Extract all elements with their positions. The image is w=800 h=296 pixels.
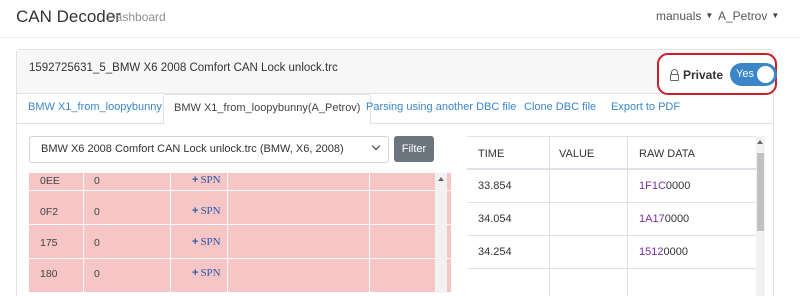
manuals-menu[interactable]: manuals ▼	[656, 9, 713, 23]
scroll-up-icon[interactable]	[757, 140, 763, 144]
header-raw-data: RAW DATA	[639, 148, 696, 160]
message-count: 0	[94, 237, 100, 249]
tab-export-pdf[interactable]: Export to PDF	[611, 101, 680, 113]
spn-link[interactable]: + SPN	[192, 267, 221, 279]
spn-label: SPN	[200, 205, 221, 217]
scrollbar-thumb[interactable]	[757, 153, 764, 231]
spn-link[interactable]: + SPN	[192, 174, 221, 186]
brand-logo[interactable]: CAN Decoder	[16, 7, 121, 27]
spn-label: SPN	[200, 267, 221, 279]
table-row[interactable]: 175 0 + SPN	[29, 225, 451, 259]
scroll-up-icon[interactable]	[438, 177, 444, 181]
tab-bmw-x1-loopybunny[interactable]: BMW X1_from_loopybunny	[28, 101, 162, 113]
raw-data-cell: 1A170000	[639, 213, 690, 225]
data-table-scrollbar[interactable]	[756, 136, 765, 296]
file-select[interactable]: BMW X6 2008 Comfort CAN Lock unlock.trc …	[29, 136, 389, 163]
message-table-scrollbar[interactable]	[435, 173, 447, 293]
message-count: 0	[94, 175, 100, 187]
dashboard-link[interactable]: Dashboard	[107, 10, 166, 24]
plus-icon: +	[192, 205, 199, 217]
header-value: VALUE	[559, 148, 595, 160]
private-toggle[interactable]: Yes	[730, 63, 777, 86]
private-toggle-group: Private Yes	[657, 53, 777, 95]
time-cell: 34.254	[478, 246, 512, 258]
toggle-knob	[757, 66, 774, 83]
filter-button[interactable]: Filter	[394, 136, 434, 162]
table-row[interactable]: 0F2 0 + SPN	[29, 191, 451, 225]
file-select-value: BMW X6 2008 Comfort CAN Lock unlock.trc …	[41, 143, 344, 155]
message-table: 0EE 0 + SPN 0F2 0 + SPN 175 0 + SPN 180 0 +…	[29, 173, 451, 293]
file-title: 1592725631_5_BMW X6 2008 Comfort CAN Loc…	[29, 62, 338, 74]
toggle-label: Yes	[736, 68, 754, 80]
time-cell: 33.854	[478, 180, 512, 192]
navbar: CAN Decoder Dashboard manuals ▼ A_Petrov ▼	[0, 0, 800, 38]
tab-bmw-x1-loopybunny-petrov[interactable]: BMW X1_from_loopybunny(A_Petrov)	[163, 94, 372, 125]
chevron-down-icon	[372, 143, 380, 151]
spn-link[interactable]: + SPN	[192, 236, 221, 248]
table-row[interactable]: 34.054 1A170000	[467, 203, 757, 236]
lock-icon	[670, 69, 679, 81]
tab-parsing-another-dbc[interactable]: Parsing using another DBC file	[366, 101, 516, 113]
plus-icon: +	[192, 174, 199, 186]
spn-label: SPN	[200, 174, 221, 186]
table-row[interactable]: 180 0 + SPN	[29, 259, 451, 293]
spn-link[interactable]: + SPN	[192, 205, 221, 217]
message-count: 0	[94, 206, 100, 218]
message-id: 175	[40, 237, 58, 249]
table-row[interactable]: 34.254 15120000	[467, 236, 757, 269]
plus-icon: +	[192, 267, 199, 279]
table-row[interactable]: 33.854 1F1C0000	[467, 170, 757, 203]
message-id: 0EE	[40, 175, 60, 187]
header-time: TIME	[478, 148, 505, 160]
data-table: TIME VALUE RAW DATA 33.854 1F1C0000 34.0…	[467, 136, 765, 296]
message-id: 0F2	[40, 206, 59, 218]
raw-data-cell: 15120000	[639, 246, 688, 258]
user-menu-label: A_Petrov	[718, 9, 768, 23]
time-cell: 34.054	[478, 213, 512, 225]
spn-label: SPN	[200, 236, 221, 248]
tab-bar: BMW X1_from_loopybunny BMW X1_from_loopy…	[17, 94, 773, 125]
message-id: 180	[40, 268, 58, 280]
private-label: Private	[683, 68, 724, 82]
user-menu[interactable]: A_Petrov ▼	[718, 9, 779, 23]
caret-down-icon: ▼	[705, 11, 714, 20]
raw-data-cell: 1F1C0000	[639, 180, 691, 192]
caret-down-icon: ▼	[771, 11, 780, 20]
data-table-header: TIME VALUE RAW DATA	[467, 136, 757, 170]
tab-clone-dbc[interactable]: Clone DBC file	[524, 101, 596, 113]
plus-icon: +	[192, 236, 199, 248]
message-count: 0	[94, 268, 100, 280]
table-row[interactable]: 0EE 0 + SPN	[29, 173, 451, 191]
manuals-menu-label: manuals	[656, 9, 702, 23]
table-row[interactable]	[467, 269, 757, 296]
